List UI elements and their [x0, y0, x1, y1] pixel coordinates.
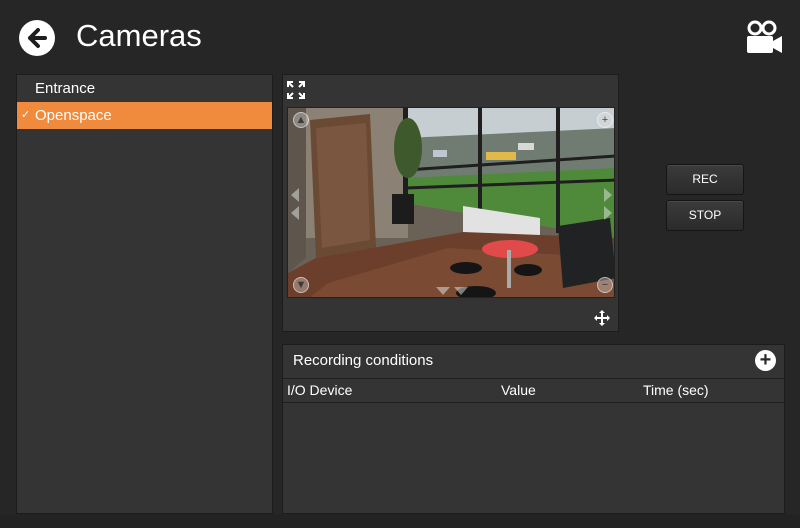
tilt-down-fast-icon[interactable] [454, 287, 468, 295]
camera-item-label: Entrance [35, 80, 96, 97]
move-arrows-icon[interactable] [594, 310, 610, 326]
recording-conditions-header: Recording conditions + [283, 345, 784, 379]
recording-conditions-title: Recording conditions [293, 352, 434, 369]
conditions-table-header: I/O Device Value Time (sec) [283, 379, 784, 403]
pan-right-icon[interactable] [604, 188, 612, 202]
pan-left-icon[interactable] [291, 188, 299, 202]
camera-up-tilt-icon[interactable]: ▲ [293, 112, 309, 128]
column-header-value[interactable]: Value [501, 382, 536, 398]
arrow-left-icon [28, 28, 47, 48]
tilt-down-icon[interactable] [436, 287, 450, 295]
camera-down-tilt-icon[interactable]: ▼ [293, 277, 309, 293]
pan-right-fast-icon[interactable] [604, 206, 612, 220]
zoom-in-icon[interactable]: + [597, 112, 613, 128]
video-image [288, 108, 614, 297]
camera-video-feed[interactable]: ▲ + ▼ − [287, 107, 615, 298]
camera-item-entrance[interactable]: Entrance [17, 75, 272, 102]
stop-button[interactable]: STOP [666, 200, 744, 231]
rec-button[interactable]: REC [666, 164, 744, 195]
fullscreen-icon[interactable] [287, 81, 305, 99]
bottom-bar [0, 514, 800, 528]
column-header-io-device[interactable]: I/O Device [287, 382, 352, 398]
page-title: Cameras [76, 18, 202, 53]
camera-list: Entrance ✓ Openspace [16, 74, 273, 514]
video-camera-icon [744, 19, 784, 57]
checkmark-icon: ✓ [21, 109, 31, 121]
pan-left-fast-icon[interactable] [291, 206, 299, 220]
back-button[interactable] [19, 20, 55, 56]
camera-item-openspace[interactable]: ✓ Openspace [17, 102, 272, 129]
plus-icon[interactable]: + [755, 350, 776, 371]
zoom-out-icon[interactable]: − [597, 277, 613, 293]
camera-item-label: Openspace [35, 107, 112, 124]
column-header-time[interactable]: Time (sec) [643, 382, 709, 398]
video-panel: ▲ + ▼ − [282, 74, 619, 332]
recording-conditions-panel: Recording conditions + I/O Device Value … [282, 344, 785, 514]
